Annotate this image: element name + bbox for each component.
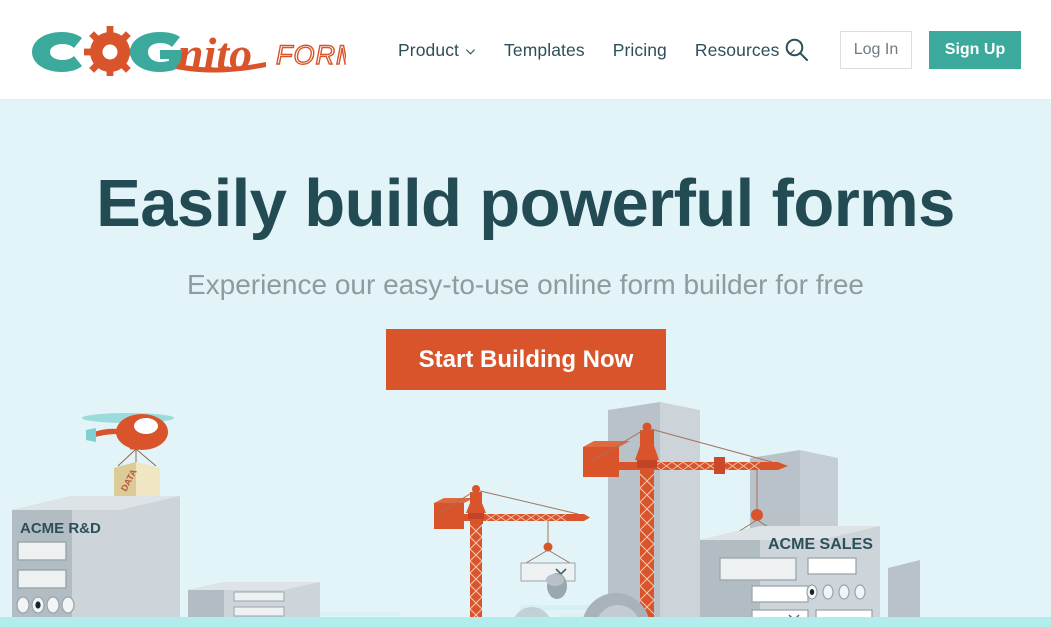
svg-text:FORMS: FORMS xyxy=(276,40,346,70)
nav-item-pricing[interactable]: Pricing xyxy=(613,40,667,61)
nav-item-templates[interactable]: Templates xyxy=(504,40,585,61)
nav-item-label: Pricing xyxy=(612,39,667,60)
hero-subtitle: Experience our easy-to-use online form b… xyxy=(186,269,864,300)
acme-rd-building: ACME R&D xyxy=(12,496,180,627)
cta-button-label: Start Building Now xyxy=(418,345,634,373)
chevron-down-icon xyxy=(466,48,476,55)
login-button[interactable]: Log In xyxy=(840,31,912,69)
construction-site-illustration: DATA ACME R&D ACME SALES xyxy=(12,402,920,627)
search-icon[interactable] xyxy=(783,36,811,64)
nav-item-resources[interactable]: Resources xyxy=(695,40,797,61)
start-building-now-button[interactable]: Start Building Now xyxy=(386,329,666,390)
helicopter-icon: DATA xyxy=(82,413,174,510)
acme-sales-building: ACME SALES xyxy=(700,526,880,627)
main-navigation: Product Templates Pricing Resources xyxy=(398,0,796,100)
acme-rd-label: ACME R&D xyxy=(20,520,101,537)
ground-band xyxy=(0,617,1051,627)
nav-item-product[interactable]: Product xyxy=(398,40,476,61)
signup-button-label: Sign Up xyxy=(944,41,1006,58)
signup-button[interactable]: Sign Up xyxy=(929,31,1021,69)
page-root: nito FORMS Product Templates Pricing Res… xyxy=(0,0,1051,627)
cognito-forms-logo[interactable]: nito FORMS xyxy=(26,24,346,76)
nav-item-label: Templates xyxy=(504,39,585,60)
login-button-label: Log In xyxy=(853,41,899,58)
page-title: Easily build powerful forms xyxy=(96,166,955,241)
site-header: nito FORMS Product Templates Pricing Res… xyxy=(0,0,1051,100)
nav-item-label: Resources xyxy=(694,39,780,60)
nav-item-label: Product xyxy=(398,39,460,60)
acme-sales-label: ACME SALES xyxy=(768,536,873,553)
hero-section: Easily build powerful forms Experience o… xyxy=(0,100,1051,627)
